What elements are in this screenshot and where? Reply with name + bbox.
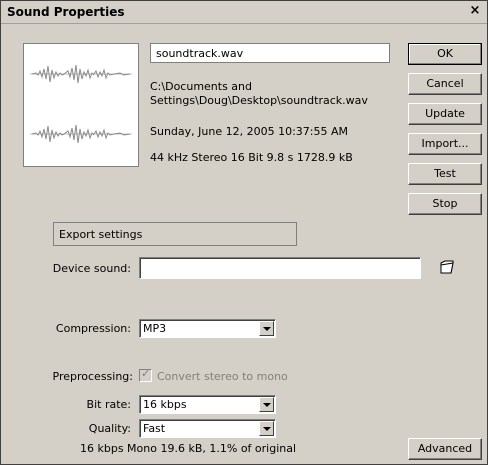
stop-button[interactable]: Stop: [408, 193, 482, 215]
quality-select[interactable]: Fast: [139, 419, 276, 438]
chevron-down-icon[interactable]: [259, 397, 274, 412]
file-format: 44 kHz Stereo 16 Bit 9.8 s 1728.9 kB: [150, 151, 353, 164]
bitrate-value: 16 kbps: [143, 398, 187, 411]
file-date: Sunday, June 12, 2005 10:37:55 AM: [150, 125, 348, 138]
convert-stereo-label: Convert stereo to mono: [157, 370, 288, 383]
quality-value: Fast: [143, 422, 166, 435]
device-sound-input[interactable]: [139, 257, 421, 279]
convert-stereo-checkbox: [139, 367, 152, 382]
folder-browse-icon[interactable]: [438, 258, 456, 276]
quality-label: Quality:: [88, 422, 131, 435]
bitrate-label: Bit rate:: [86, 398, 131, 411]
export-settings-header: Export settings: [53, 222, 297, 246]
waveform-preview: [23, 43, 139, 167]
ok-button[interactable]: OK: [408, 43, 482, 65]
dialog-title: Sound Properties: [7, 5, 125, 19]
chevron-down-icon[interactable]: [259, 421, 274, 436]
folder-icon[interactable]: [438, 258, 456, 276]
file-path-line2: Settings\Doug\Desktop\soundtrack.wav: [150, 94, 368, 107]
chevron-down-icon[interactable]: [259, 321, 274, 336]
bitrate-select[interactable]: 16 kbps: [139, 395, 276, 414]
title-bar: Sound Properties ×: [1, 1, 487, 24]
compression-select[interactable]: MP3: [139, 319, 276, 338]
device-sound-label: Device sound:: [52, 262, 131, 275]
waveform-icon: [30, 64, 132, 144]
export-summary: 16 kbps Mono 19.6 kB, 1.1% of original: [80, 442, 297, 455]
close-icon[interactable]: ×: [467, 4, 483, 18]
cancel-button[interactable]: Cancel: [408, 73, 482, 95]
sound-properties-dialog: Sound Properties × soundtrack.wav C:\Doc…: [0, 0, 488, 465]
compression-label: Compression:: [55, 322, 131, 335]
sound-name-field[interactable]: soundtrack.wav: [150, 43, 390, 63]
compression-value: MP3: [143, 322, 167, 335]
import-button[interactable]: Import...: [408, 133, 482, 155]
advanced-button[interactable]: Advanced: [408, 438, 482, 460]
test-button[interactable]: Test: [408, 163, 482, 185]
update-button[interactable]: Update: [408, 103, 482, 125]
preprocessing-label: Preprocessing:: [52, 370, 133, 383]
file-path-line1: C:\Documents and: [150, 80, 253, 93]
